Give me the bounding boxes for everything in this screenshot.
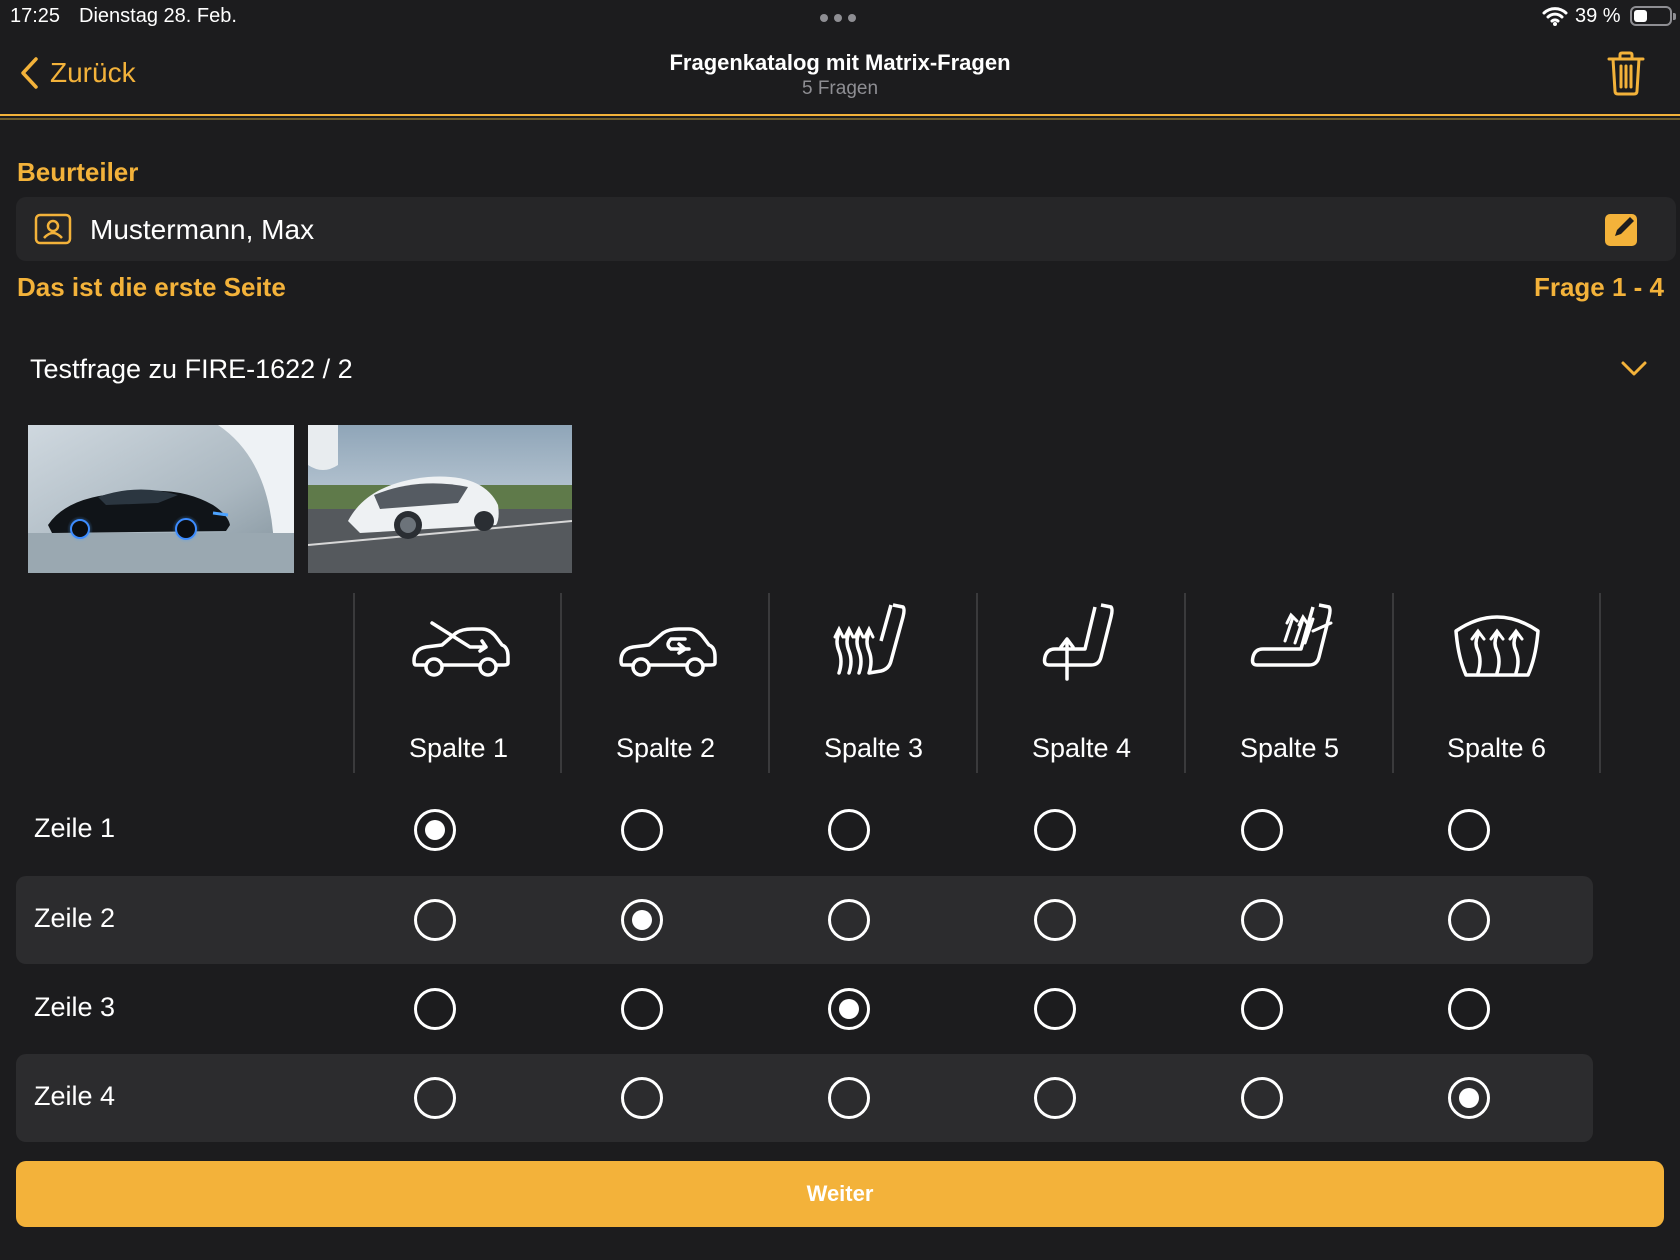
matrix-radio-button[interactable] — [414, 988, 456, 1030]
next-button[interactable]: Weiter — [16, 1161, 1664, 1227]
matrix-radio-button[interactable] — [1034, 1077, 1076, 1119]
page-subtitle: 5 Fragen — [801, 78, 879, 99]
question-image-2[interactable] — [308, 425, 572, 573]
seat-heating-icon — [833, 603, 906, 675]
matrix-row: Zeile 3 — [16, 965, 1593, 1053]
section-title: Das ist die erste Seite — [17, 272, 286, 302]
matrix-column-header: Spalte 6 — [1392, 593, 1601, 773]
car-photo-white — [308, 425, 572, 573]
matrix-column-header: Spalte 4 — [976, 593, 1185, 773]
matrix-column-label: Spalte 3 — [823, 733, 924, 763]
car-recirculation-icon — [618, 627, 717, 677]
matrix-column-header: Spalte 2 — [560, 593, 769, 773]
matrix-radio-button[interactable] — [621, 988, 663, 1030]
matrix-radio-button[interactable] — [414, 1077, 456, 1119]
matrix-column-label: Spalte 6 — [1446, 733, 1547, 763]
matrix-radio-button[interactable] — [828, 1077, 870, 1119]
matrix-radio-button[interactable] — [828, 988, 870, 1030]
battery-level — [1634, 10, 1647, 22]
status-date: Dienstag 28. Feb. — [79, 5, 237, 27]
car-photo-dark — [28, 425, 294, 573]
matrix-row: Zeile 2 — [16, 876, 1593, 964]
trash-icon[interactable] — [1605, 50, 1647, 96]
matrix-radio-button[interactable] — [828, 899, 870, 941]
matrix-radio-button[interactable] — [1448, 988, 1490, 1030]
assessor-section-label: Beurteiler — [17, 157, 139, 187]
status-time: 17:25 — [10, 5, 61, 27]
matrix-row-label: Zeile 4 — [34, 1081, 116, 1111]
matrix-radio-button[interactable] — [1241, 809, 1283, 851]
matrix-column-label: Spalte 4 — [1031, 733, 1132, 763]
question-range: Frage 1 - 4 — [1533, 272, 1664, 302]
wifi-icon — [1542, 7, 1568, 26]
question-image-1[interactable] — [28, 425, 294, 573]
matrix-radio-button[interactable] — [1034, 988, 1076, 1030]
matrix-radio-button[interactable] — [621, 899, 663, 941]
person-card-icon — [34, 213, 72, 245]
battery-percent: 39 % — [1575, 5, 1621, 27]
assessor-name: Mustermann, Max — [90, 214, 315, 245]
battery-icon — [1630, 6, 1676, 26]
seat-climate-icon — [1250, 603, 1332, 667]
matrix-radio-button[interactable] — [621, 809, 663, 851]
matrix-radio-button[interactable] — [1241, 1077, 1283, 1119]
matrix-row-label: Zeile 1 — [34, 813, 116, 843]
question-title: Testfrage zu FIRE-1622 / 2 — [30, 354, 353, 384]
assessor-card[interactable]: Mustermann, Max — [16, 197, 1676, 261]
chevron-down-icon[interactable] — [1620, 360, 1648, 378]
matrix-row: Zeile 4 — [16, 1054, 1593, 1142]
multitasking-dots-icon[interactable] — [820, 14, 856, 22]
matrix-radio-button[interactable] — [621, 1077, 663, 1119]
matrix-radio-button[interactable] — [414, 809, 456, 851]
matrix-column-label: Spalte 1 — [408, 733, 509, 763]
nav-divider — [0, 114, 1680, 120]
matrix-radio-button[interactable] — [1448, 809, 1490, 851]
matrix-radio-button[interactable] — [1241, 988, 1283, 1030]
car-recirculation-off-icon — [411, 621, 510, 677]
matrix-radio-button[interactable] — [414, 899, 456, 941]
matrix-column-header: Spalte 5 — [1184, 593, 1393, 773]
windshield-defrost-icon — [1453, 615, 1540, 677]
page-title: Fragenkatalog mit Matrix-Fragen — [669, 50, 1011, 75]
matrix-radio-button[interactable] — [1448, 899, 1490, 941]
matrix-radio-button[interactable] — [1034, 899, 1076, 941]
matrix-radio-button[interactable] — [1241, 899, 1283, 941]
matrix-radio-button[interactable] — [1034, 809, 1076, 851]
edit-icon[interactable] — [1604, 211, 1640, 247]
seat-ventilation-icon — [1042, 603, 1114, 681]
status-bar: 17:25 Dienstag 28. Feb. 39 % — [0, 0, 1680, 34]
matrix-radio-button[interactable] — [1448, 1077, 1490, 1119]
matrix-row-label: Zeile 3 — [34, 992, 116, 1022]
matrix-radio-button[interactable] — [828, 809, 870, 851]
matrix-column-header: Spalte 1 — [353, 593, 562, 773]
matrix-column-header: Spalte 3 — [768, 593, 977, 773]
matrix-column-label: Spalte 2 — [615, 733, 716, 763]
matrix-row-label: Zeile 2 — [34, 903, 116, 933]
navigation-bar: Zurück Fragenkatalog mit Matrix-Fragen 5… — [0, 36, 1680, 118]
matrix-row: Zeile 1 — [16, 786, 1593, 874]
matrix-column-label: Spalte 5 — [1239, 733, 1340, 763]
